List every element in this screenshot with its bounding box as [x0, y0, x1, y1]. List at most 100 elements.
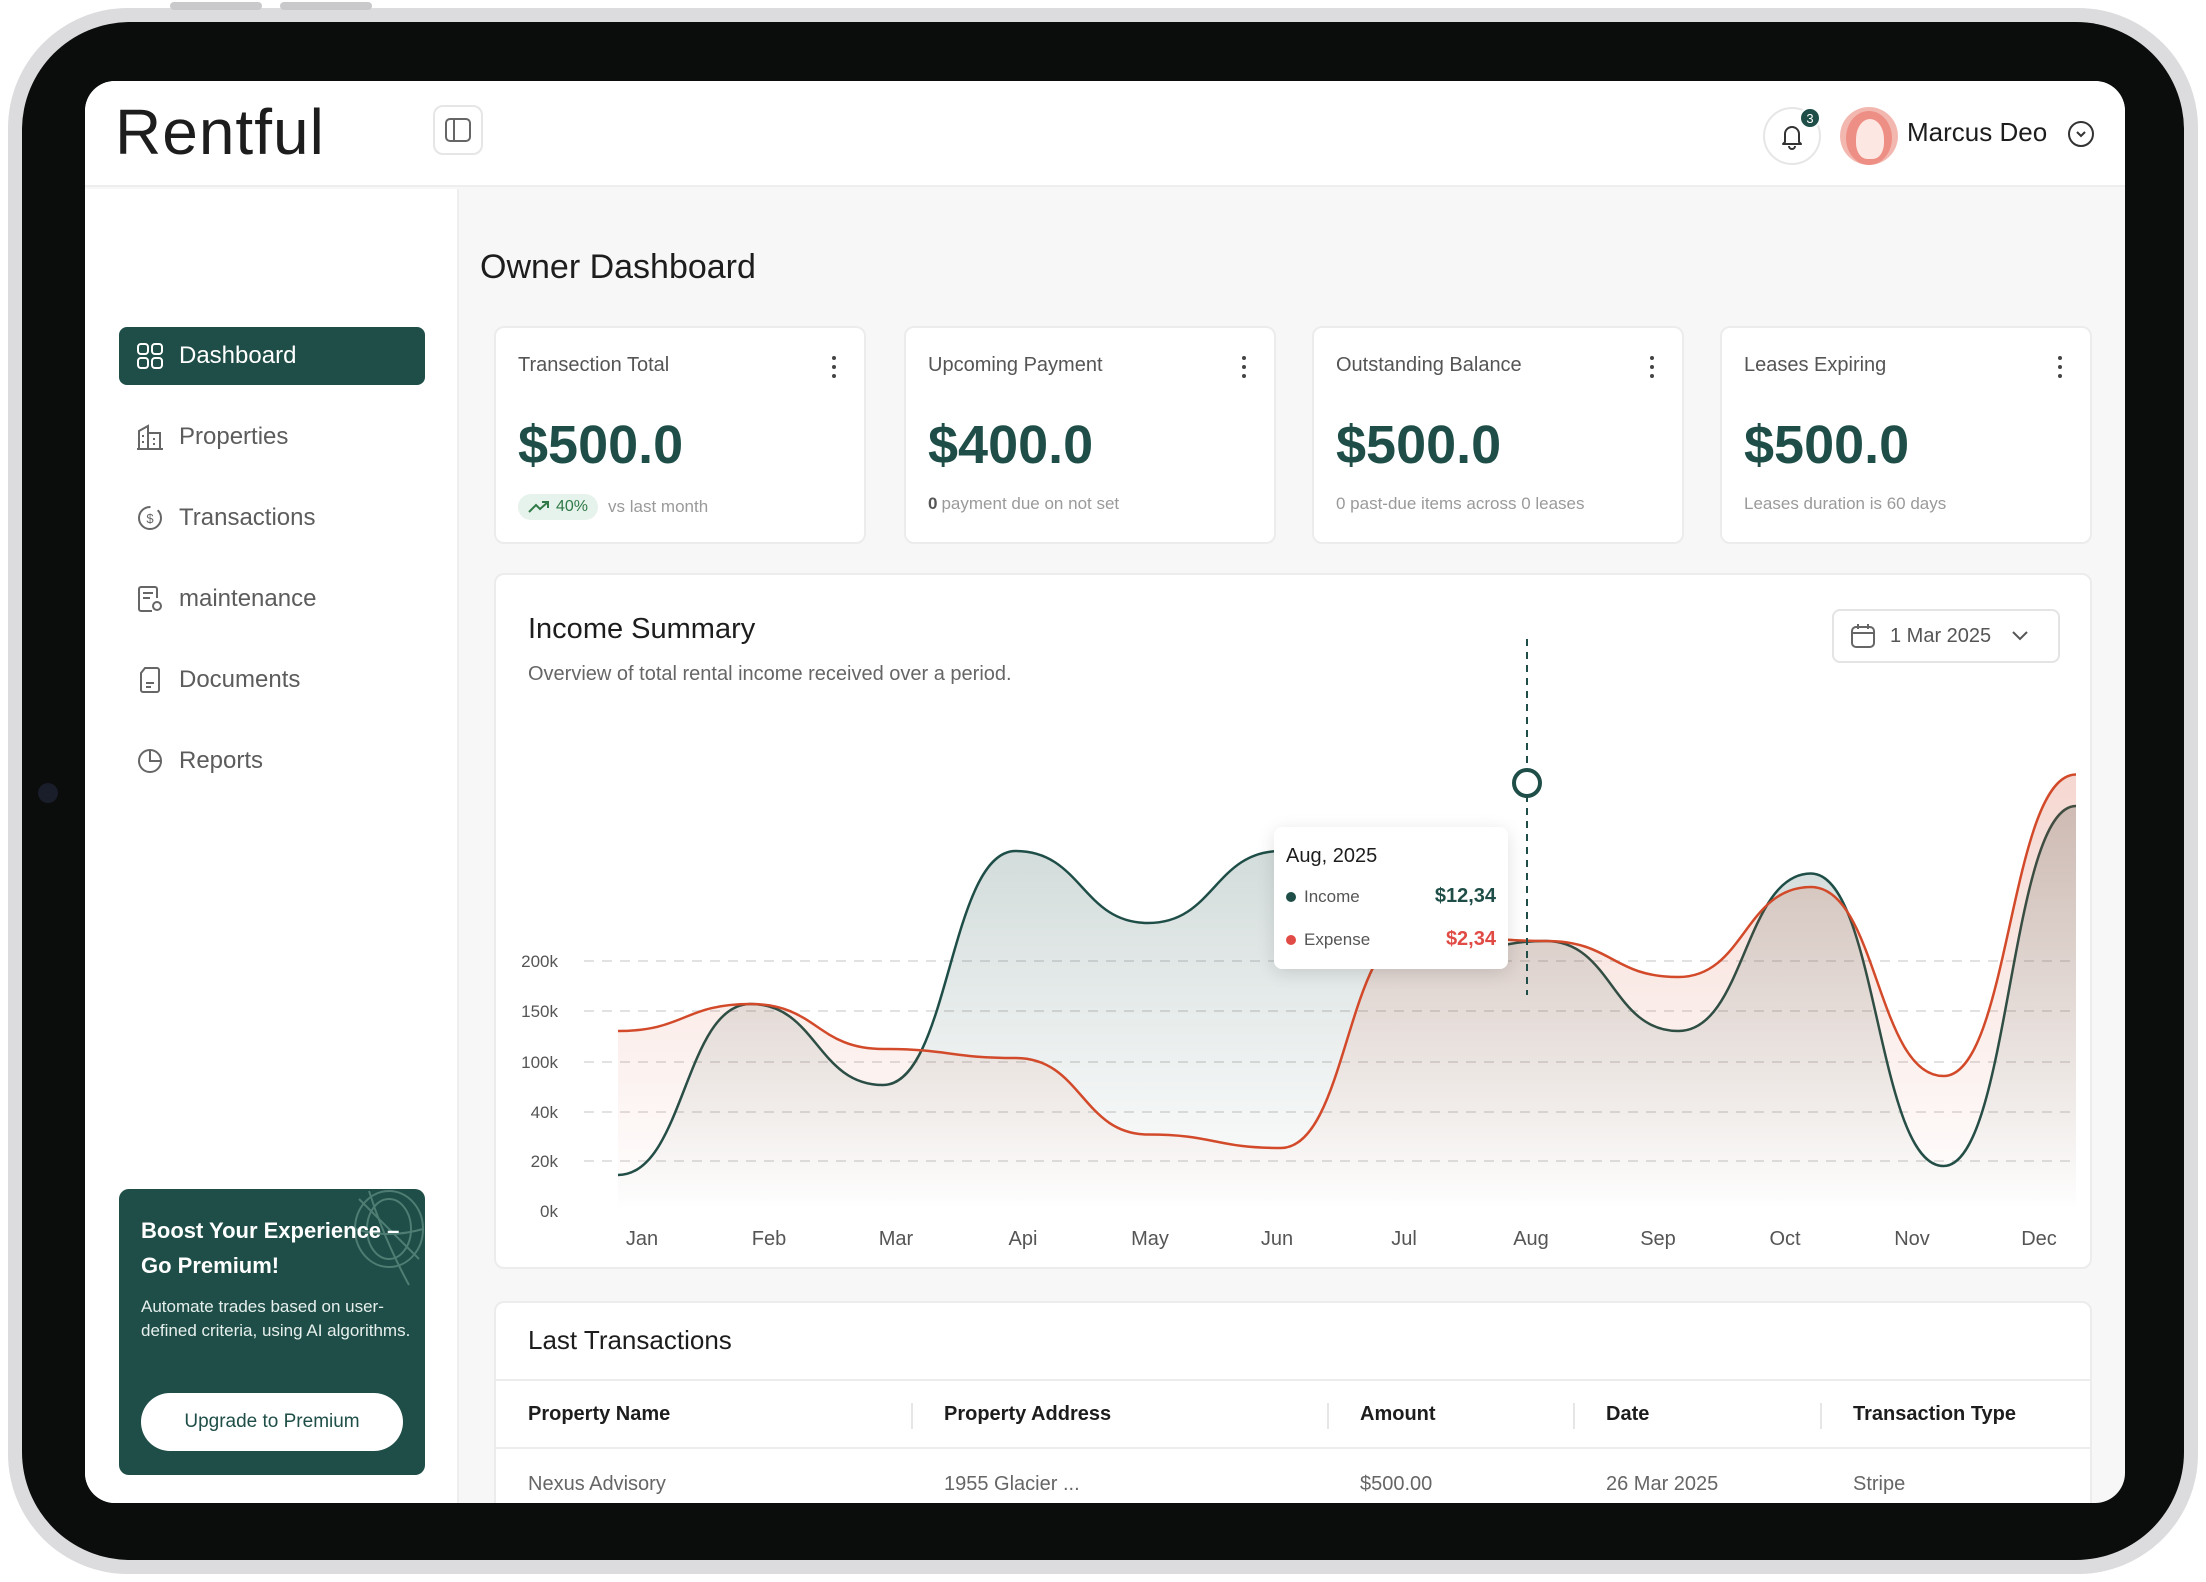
table-cell[interactable]: Nexus Advisory — [528, 1473, 666, 1496]
column-divider — [911, 1403, 913, 1429]
x-tick-label: Jan — [626, 1228, 658, 1250]
column-divider — [1820, 1403, 1822, 1429]
avatar[interactable] — [1840, 107, 1898, 165]
sidebar-panel-icon — [445, 118, 471, 142]
grid-icon — [135, 341, 165, 371]
avatar-face — [1856, 119, 1884, 159]
user-name[interactable]: Marcus Deo — [1907, 117, 2047, 148]
sidebar-item-dashboard[interactable]: Dashboard — [119, 327, 425, 385]
top-header: Rentful 3 Marcus Deo — [85, 81, 2125, 187]
stat-footer: Leases duration is 60 days — [1744, 494, 1946, 514]
expense-dot — [1286, 934, 1296, 945]
stat-title: Transection Total — [518, 354, 670, 376]
user-menu-chevron-icon[interactable] — [2068, 121, 2094, 147]
sidebar-item-properties[interactable]: Properties — [119, 408, 425, 466]
tooltip-income-label: Income — [1304, 886, 1360, 906]
chart-subtitle: Overview of total rental income received… — [528, 663, 1012, 685]
more-vertical-icon[interactable] — [1650, 356, 1656, 378]
column-header[interactable]: Transaction Type — [1853, 1381, 2016, 1447]
column-header[interactable]: Amount — [1360, 1381, 1436, 1447]
y-tick-label: 200k — [521, 952, 558, 971]
sidebar-item-maintenance[interactable]: maintenance — [119, 570, 425, 628]
stat-card-upcoming-payment: Upcoming Payment $400.0 0 payment due on… — [904, 326, 1276, 544]
promo-text: Automate trades based on user-defined cr… — [141, 1297, 411, 1340]
calendar-icon — [1851, 624, 1875, 648]
device-side-button — [170, 2, 262, 10]
sidebar-item-documents[interactable]: Documents — [119, 651, 425, 709]
sidebar-toggle-button[interactable] — [433, 105, 483, 155]
last-transactions-card: Last Transactions Property Name Property… — [494, 1301, 2092, 1503]
tooltip-title: Aug, 2025 — [1286, 845, 1378, 867]
table-cell: 26 Mar 2025 — [1606, 1473, 1719, 1495]
x-tick-label: Dec — [2021, 1228, 2057, 1250]
x-tick-label: Jul — [1391, 1228, 1417, 1250]
x-tick-label: Mar — [879, 1228, 914, 1250]
x-tick-label: Feb — [752, 1228, 786, 1250]
x-tick-label: Sep — [1640, 1228, 1676, 1250]
stat-footer-text: 0 past-due items across 0 leases — [1336, 494, 1585, 513]
notification-count-badge: 3 — [1799, 107, 1821, 129]
stat-value: $500.0 — [518, 415, 684, 475]
income-summary-card: 0k 20k 40k 100k 150k 200k Jan Feb Mar Api May Jun Ju… — [494, 573, 2092, 1269]
dollar-circle-icon: $ — [135, 503, 165, 533]
income-dot — [1286, 891, 1296, 902]
table-header: Property Name Property Address Amount Da… — [496, 1379, 2092, 1449]
promo-title: Boost Your Experience – Go Premium! — [141, 1218, 400, 1278]
stat-title: Outstanding Balance — [1336, 354, 1522, 376]
notifications-button[interactable]: 3 — [1763, 107, 1821, 165]
tooltip-expense-row: Expense $2,34 — [1286, 928, 1496, 951]
page-title: Owner Dashboard — [480, 248, 756, 286]
app-logo: Rentful — [115, 96, 325, 168]
trend-badge: 40% — [518, 494, 599, 520]
stat-title: Leases Expiring — [1744, 354, 1887, 376]
stat-footer: 0 past-due items across 0 leases — [1336, 494, 1585, 514]
sidebar-item-label: maintenance — [179, 585, 317, 612]
document-icon — [135, 665, 165, 695]
front-camera — [38, 783, 58, 803]
more-vertical-icon[interactable] — [832, 356, 838, 378]
more-vertical-icon[interactable] — [2058, 356, 2064, 378]
x-tick-label: Nov — [1894, 1228, 1930, 1250]
stat-value: $400.0 — [928, 415, 1094, 475]
date-filter-label: 1 Mar 2025 — [1890, 624, 1992, 647]
stat-value: $500.0 — [1744, 415, 1910, 475]
app-screen: Rentful 3 Marcus Deo Dashboard Propertie… — [85, 81, 2125, 1503]
sidebar-item-label: Reports — [179, 747, 264, 774]
x-tick-label: Jun — [1261, 1228, 1293, 1250]
chevron-down-icon — [2012, 631, 2028, 641]
highlight-marker — [1512, 768, 1542, 798]
date-filter-dropdown[interactable]: 1 Mar 2025 — [1832, 609, 2060, 663]
stat-title: Upcoming Payment — [928, 354, 1103, 376]
stat-card-leases-expiring: Leases Expiring $500.0 Leases duration i… — [1720, 326, 2092, 544]
sidebar-item-label: Dashboard — [179, 342, 297, 369]
stat-footer-text: vs last month — [608, 497, 709, 516]
y-tick-label: 20k — [531, 1152, 559, 1171]
stat-card-outstanding-balance: Outstanding Balance $500.0 0 past-due it… — [1312, 326, 1684, 544]
column-header[interactable]: Property Address — [944, 1381, 1111, 1447]
tooltip-income-row: Income $12,34 — [1286, 885, 1496, 908]
tooltip-income-value: $12,34 — [1434, 885, 1496, 907]
stat-footer-text: payment due on not set — [941, 494, 1120, 513]
sidebar-item-transactions[interactable]: $ Transactions — [119, 489, 425, 547]
more-vertical-icon[interactable] — [1242, 356, 1248, 378]
svg-text:$: $ — [146, 511, 154, 526]
tooltip-expense-value: $2,34 — [1445, 928, 1496, 950]
sidebar-item-label: Documents — [179, 666, 301, 693]
stat-footer-text: Leases duration is 60 days — [1744, 494, 1947, 513]
sidebar-item-label: Transactions — [179, 504, 316, 531]
column-divider — [1327, 1403, 1329, 1429]
sidebar-item-reports[interactable]: Reports — [119, 732, 425, 790]
sidebar: Dashboard Properties $ Transactions main… — [85, 189, 459, 1503]
x-tick-label: Aug — [1513, 1228, 1549, 1250]
column-header[interactable]: Property Name — [528, 1381, 670, 1447]
column-divider — [1573, 1403, 1575, 1429]
wrench-doc-icon — [135, 584, 165, 614]
trend-up-icon — [528, 501, 549, 513]
column-header[interactable]: Date — [1606, 1381, 1649, 1447]
premium-promo-card: Boost Your Experience – Go Premium! Auto… — [119, 1189, 425, 1475]
upgrade-to-premium-button[interactable]: Upgrade to Premium — [141, 1393, 403, 1451]
stat-footer-count: 0 — [928, 494, 938, 513]
stat-value: $500.0 — [1336, 415, 1502, 475]
y-tick-label: 0k — [540, 1202, 558, 1221]
device-side-button — [280, 2, 372, 10]
